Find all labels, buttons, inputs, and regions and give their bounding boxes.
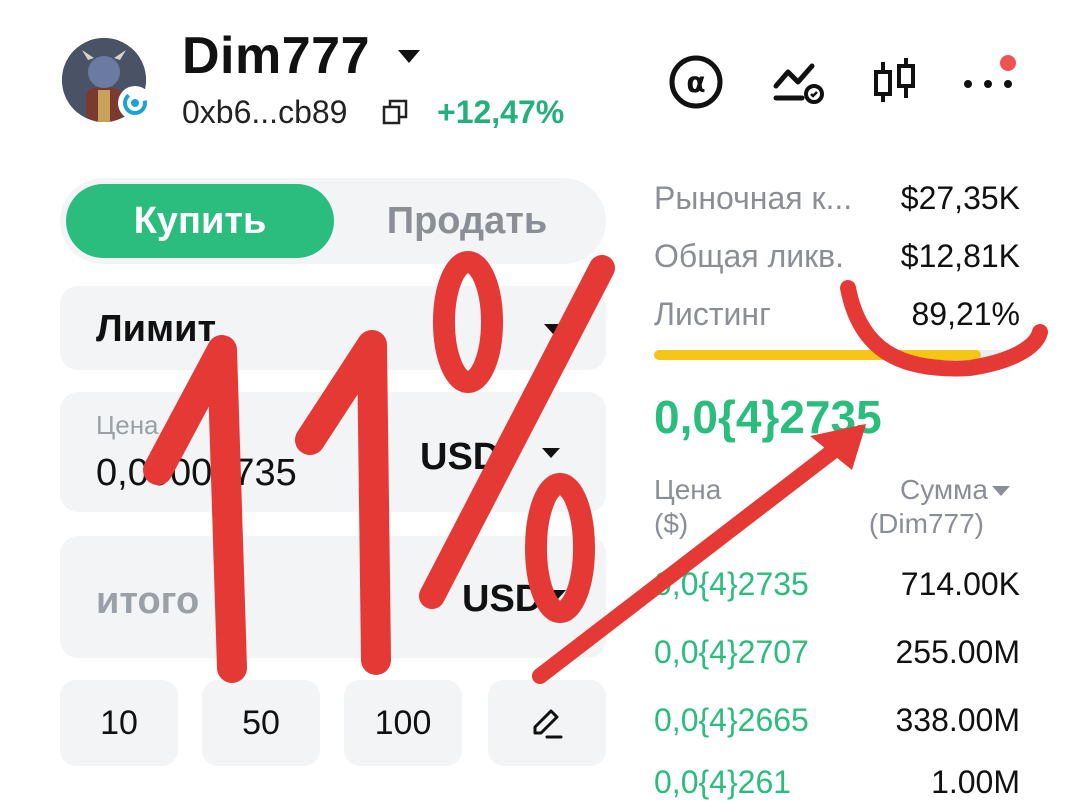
- orderbook-row-price[interactable]: 0,0{4}2735: [654, 566, 809, 603]
- chevron-down-icon[interactable]: [398, 50, 420, 63]
- candlestick-icon[interactable]: [864, 54, 924, 110]
- price-currency-select[interactable]: USD: [420, 436, 500, 479]
- amount-chip[interactable]: 100: [344, 680, 462, 766]
- orderbook-row-price[interactable]: 0,0{4}2665: [654, 702, 809, 739]
- chevron-down-icon[interactable]: [544, 324, 562, 334]
- chain-badge-icon: [118, 86, 152, 120]
- orderbook-row-amount[interactable]: 714.00K: [901, 566, 1020, 603]
- amount-chip[interactable]: 50: [202, 680, 320, 766]
- edit-amount-button[interactable]: [488, 680, 606, 766]
- orderbook-price-unit: ($): [654, 508, 689, 539]
- orderbook-price-header: Цена: [654, 474, 722, 505]
- at-sign-icon[interactable]: α: [666, 54, 726, 110]
- chevron-down-icon[interactable]: [542, 448, 560, 458]
- price-change: +12,47%: [437, 94, 565, 130]
- liquidity-value: $12,81K: [900, 238, 1020, 274]
- orderbook-row-amount[interactable]: 1.00M: [931, 764, 1020, 801]
- orderbook-row-amount[interactable]: 338.00M: [895, 702, 1020, 739]
- orderbook-row-amount[interactable]: 255.00M: [895, 634, 1020, 671]
- order-type-label: Лимит: [96, 308, 217, 350]
- listing-value: 89,21%: [911, 296, 1020, 332]
- orderbook-row-price[interactable]: 0,0{4}2707: [654, 634, 809, 671]
- listing-label: Листинг: [654, 296, 771, 332]
- total-input[interactable]: итого: [96, 580, 199, 623]
- trend-chart-icon[interactable]: [768, 54, 828, 110]
- orderbook-amount-header[interactable]: Сумма: [900, 474, 988, 506]
- chevron-down-icon[interactable]: [548, 590, 566, 600]
- sell-tab[interactable]: Продать: [334, 184, 600, 258]
- copy-icon[interactable]: [382, 99, 408, 125]
- buy-tab[interactable]: Купить: [66, 184, 334, 258]
- current-price: 0,0{4}2735: [654, 391, 882, 443]
- total-currency-select[interactable]: USD: [462, 578, 542, 621]
- market-cap-value: $27,35K: [900, 180, 1020, 216]
- chevron-down-icon[interactable]: [992, 486, 1010, 496]
- orderbook-row-price[interactable]: 0,0{4}261: [654, 764, 791, 801]
- pencil-icon: [533, 709, 563, 739]
- liquidity-label: Общая ликв.: [654, 238, 844, 274]
- amount-chip[interactable]: 10: [60, 680, 178, 766]
- market-cap-label: Рыночная к...: [654, 180, 853, 216]
- orderbook-amount-unit: (Dim777): [868, 508, 984, 539]
- notification-dot: [1000, 55, 1016, 71]
- price-input[interactable]: 0,00002735: [96, 452, 297, 495]
- token-name[interactable]: Dim777: [182, 26, 370, 86]
- token-address: 0xb6...cb89: [182, 94, 348, 130]
- svg-text:α: α: [686, 66, 705, 99]
- price-field-label: Цена: [96, 410, 159, 440]
- listing-progress-fill: [654, 350, 981, 360]
